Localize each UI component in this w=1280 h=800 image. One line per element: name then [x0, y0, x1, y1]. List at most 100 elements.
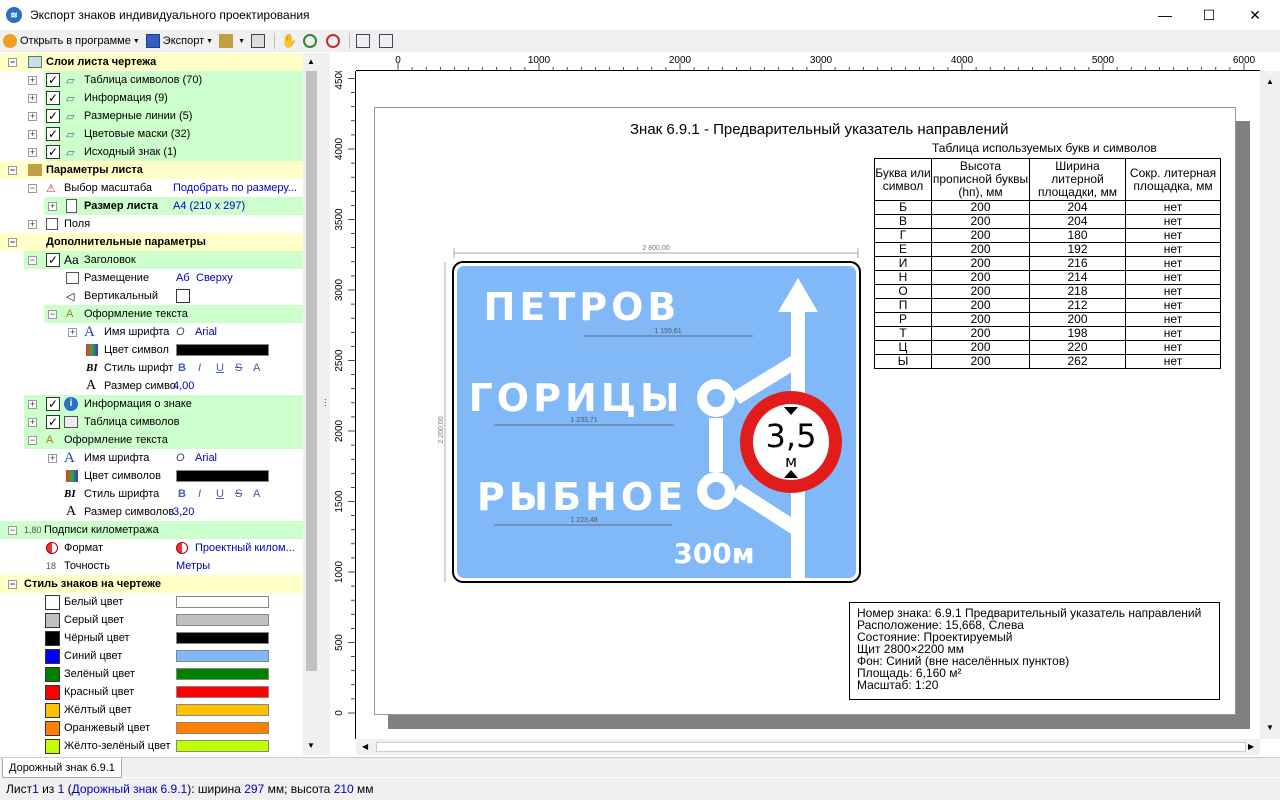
color-value-swatch[interactable] — [176, 650, 269, 662]
expand-icon[interactable]: + — [28, 93, 37, 103]
checkbox[interactable]: ✓ — [46, 397, 60, 411]
sign-info-row[interactable]: + ✓ i Информация о знаке — [24, 395, 303, 413]
section-extra-params[interactable]: − Дополнительные параметры — [0, 233, 303, 251]
bold-toggle[interactable]: B — [178, 485, 186, 503]
collapse-icon[interactable]: − — [28, 255, 37, 265]
vertical-row[interactable]: ◁ Вертикальный — [0, 287, 303, 305]
checkbox[interactable]: ✓ — [46, 73, 60, 87]
color-value-swatch[interactable] — [176, 614, 269, 626]
scroll-thumb[interactable] — [376, 742, 1246, 752]
maximize-button[interactable]: ☐ — [1186, 0, 1232, 30]
scroll-down-icon[interactable]: ▼ — [1266, 723, 1274, 732]
drawing-vertical-scrollbar[interactable]: ▲ ▼ — [1260, 71, 1280, 739]
symbol-size-row[interactable]: A Размер символов 3,20 — [0, 503, 303, 521]
placement-value[interactable]: Сверху — [196, 269, 233, 287]
minimize-button[interactable]: — — [1142, 0, 1188, 30]
font-style-row[interactable]: BI Стиль шрифта B I U S A — [0, 485, 303, 503]
expand-icon[interactable]: + — [28, 111, 37, 121]
settings-dropdown-button[interactable]: ▼ — [216, 31, 248, 51]
color-style-row[interactable]: Белый цвет — [0, 593, 303, 611]
strike-toggle[interactable]: S — [235, 485, 242, 503]
collapse-icon[interactable]: − — [8, 237, 17, 247]
expand-icon[interactable]: + — [28, 219, 37, 229]
fields-row[interactable]: + Поля — [0, 215, 303, 233]
layer-item[interactable]: + ✓ ▱ Размерные линии (5) — [28, 107, 303, 125]
pan-button[interactable]: ✋ — [278, 31, 300, 51]
zoom-out-button[interactable] — [323, 31, 346, 51]
layer-item[interactable]: + ✓ ▱ Информация (9) — [28, 89, 303, 107]
layer-item[interactable]: + ✓ ▱ Таблица символов (70) — [28, 71, 303, 89]
outline-toggle[interactable]: A — [253, 359, 260, 377]
scale-row[interactable]: − ⚠ Выбор масштаба Подобрать по размеру.… — [0, 179, 303, 197]
collapse-icon[interactable]: − — [8, 165, 17, 175]
vertical-checkbox[interactable] — [176, 289, 190, 303]
scroll-right-icon[interactable]: ▶ — [1248, 742, 1254, 751]
color-value-swatch[interactable] — [176, 704, 269, 716]
font-style-row[interactable]: BI Стиль шрифт B I U S A — [0, 359, 303, 377]
font-name-value[interactable]: Arial — [195, 323, 217, 341]
tree-scrollbar[interactable]: ▲ ▼ — [303, 53, 320, 755]
strike-toggle[interactable]: S — [235, 359, 242, 377]
font-name-row[interactable]: + A Имя шрифта O Arial — [0, 449, 303, 467]
collapse-icon[interactable]: − — [28, 435, 37, 445]
font-name-value[interactable]: Arial — [195, 449, 217, 467]
expand-icon[interactable]: + — [28, 75, 37, 85]
fit-page-button[interactable] — [353, 31, 376, 51]
expand-icon[interactable]: + — [28, 399, 37, 409]
color-style-row[interactable]: Оранжевый цвет — [0, 719, 303, 737]
expand-icon[interactable]: + — [28, 147, 37, 157]
color-style-row[interactable]: Жёлто-зелёный цвет — [0, 737, 303, 755]
symbol-size-value[interactable]: 4,00 — [173, 377, 194, 395]
scale-value[interactable]: Подобрать по размеру... — [173, 179, 297, 197]
outline-toggle[interactable]: A — [253, 485, 260, 503]
section-sheet-params[interactable]: − Параметры листа — [0, 161, 303, 179]
format-value[interactable]: Проектный килом... — [195, 539, 295, 557]
symbol-color-row[interactable]: Цвет символов — [0, 467, 303, 485]
header-row[interactable]: − ✓ Aa Заголовок — [24, 251, 303, 269]
symbol-color-swatch[interactable] — [176, 470, 269, 482]
scroll-down-icon[interactable]: ▼ — [307, 741, 315, 750]
checkbox[interactable]: ✓ — [46, 109, 60, 123]
placement-row[interactable]: Размещение Аб Сверху — [0, 269, 303, 287]
splitter-grip-icon[interactable]: · · · — [324, 396, 327, 410]
color-style-row[interactable]: Красный цвет — [0, 683, 303, 701]
underline-toggle[interactable]: U — [216, 485, 224, 503]
color-value-swatch[interactable] — [176, 722, 269, 734]
close-button[interactable]: ✕ — [1232, 0, 1278, 30]
color-value-swatch[interactable] — [176, 668, 269, 680]
collapse-icon[interactable]: − — [8, 579, 17, 589]
accuracy-value[interactable]: Метры — [176, 557, 210, 575]
symbol-color-swatch[interactable] — [176, 344, 269, 356]
checkbox[interactable]: ✓ — [46, 253, 60, 267]
scroll-thumb[interactable] — [306, 71, 317, 671]
symbol-table-row[interactable]: + ✓ Таблица символов — [24, 413, 303, 431]
collapse-icon[interactable]: − — [48, 309, 57, 319]
color-style-row[interactable]: Чёрный цвет — [0, 629, 303, 647]
zoom-in-button[interactable] — [300, 31, 323, 51]
checkbox[interactable]: ✓ — [46, 415, 60, 429]
expand-icon[interactable]: + — [28, 129, 37, 139]
scroll-up-icon[interactable]: ▲ — [307, 57, 315, 66]
color-value-swatch[interactable] — [176, 632, 269, 644]
tab-sign[interactable]: Дорожный знак 6.9.1 — [2, 758, 122, 778]
expand-icon[interactable]: + — [48, 201, 57, 211]
symbol-size-value[interactable]: 3,20 — [173, 503, 194, 521]
color-style-row[interactable]: Зелёный цвет — [0, 665, 303, 683]
section-layers[interactable]: − Слои листа чертежа — [0, 53, 303, 71]
text-format-row[interactable]: − A Оформление текста — [24, 431, 303, 449]
color-value-swatch[interactable] — [176, 686, 269, 698]
size-row[interactable]: + Размер листа А4 (210 x 297) — [44, 197, 303, 215]
color-value-swatch[interactable] — [176, 740, 269, 752]
color-style-row[interactable]: Жёлтый цвет — [0, 701, 303, 719]
checkbox[interactable]: ✓ — [46, 91, 60, 105]
expand-icon[interactable]: + — [28, 417, 37, 427]
color-style-row[interactable]: Серый цвет — [0, 611, 303, 629]
collapse-icon[interactable]: − — [28, 183, 37, 193]
checkbox[interactable]: ✓ — [46, 127, 60, 141]
scroll-up-icon[interactable]: ▲ — [1266, 77, 1274, 86]
format-row[interactable]: Формат Проектный килом... — [0, 539, 303, 557]
layer-item[interactable]: + ✓ ▱ Цветовые маски (32) — [28, 125, 303, 143]
symbol-color-row[interactable]: Цвет символ — [0, 341, 303, 359]
section-km-labels[interactable]: − 1,80 Подписи километража — [0, 521, 303, 539]
section-sign-style[interactable]: − Стиль знаков на чертеже — [0, 575, 303, 593]
